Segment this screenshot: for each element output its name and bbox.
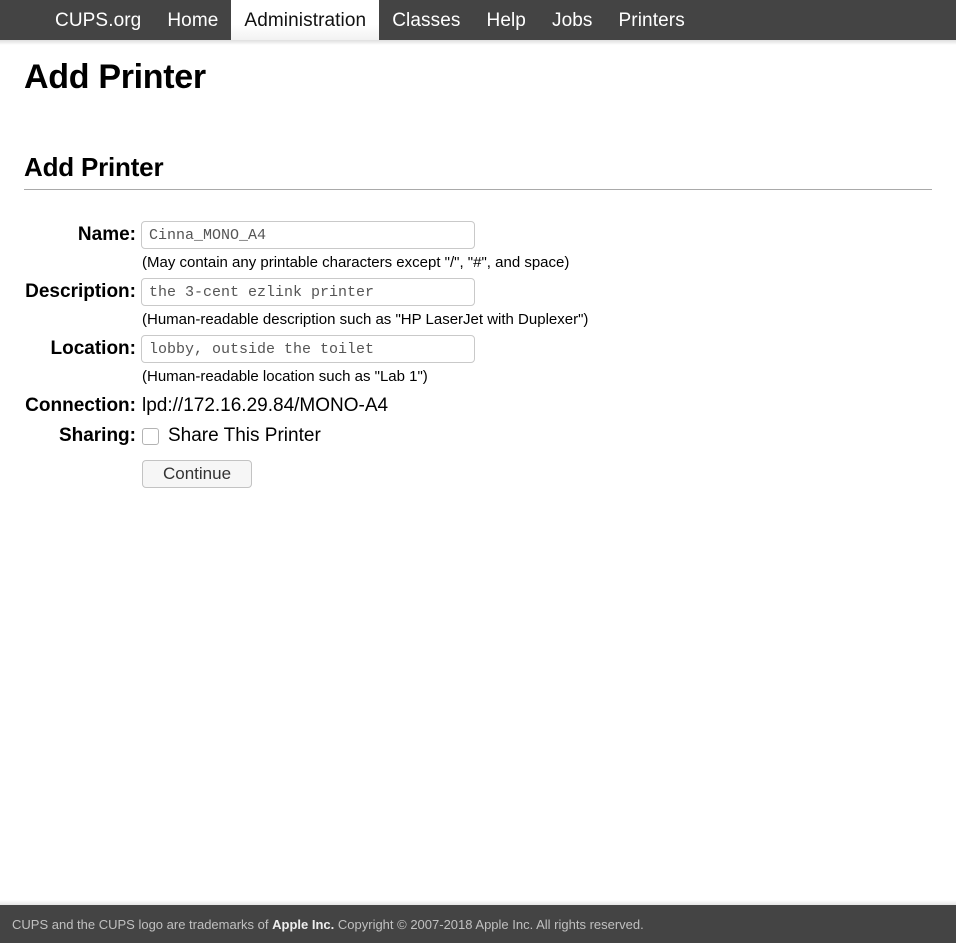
form-row-sharing: Sharing: Share This Printer <box>0 421 956 451</box>
nav-item-help[interactable]: Help <box>474 0 539 40</box>
nav-item-administration[interactable]: Administration <box>231 0 380 40</box>
nav-item-classes[interactable]: Classes <box>379 0 473 40</box>
add-printer-form: Name: (May contain any printable charact… <box>0 190 956 488</box>
name-input[interactable] <box>141 221 475 249</box>
nav-item-printers[interactable]: Printers <box>606 0 698 40</box>
name-label: Name: <box>77 224 136 245</box>
location-hint: (Human-readable location such as "Lab 1"… <box>142 368 428 385</box>
top-navigation-bar: CUPS.org Home Administration Classes Hel… <box>0 0 956 40</box>
form-row-submit: Continue <box>0 451 956 488</box>
share-this-printer-checkbox[interactable] <box>142 427 159 445</box>
nav-item-home[interactable]: Home <box>154 0 231 40</box>
connection-value: lpd://172.16.29.84/MONO-A4 <box>142 395 389 416</box>
connection-label: Connection: <box>25 395 136 416</box>
section-heading: Add Printer <box>24 152 164 182</box>
location-input[interactable] <box>141 335 475 363</box>
page-footer: CUPS and the CUPS logo are trademarks of… <box>0 905 956 943</box>
form-row-connection: Connection: lpd://172.16.29.84/MONO-A4 <box>0 391 956 421</box>
share-this-printer-control[interactable]: Share This Printer <box>141 421 956 451</box>
form-row-location: Location: (Human-readable location such … <box>0 334 956 391</box>
location-label: Location: <box>50 338 137 359</box>
nav-item-cups-org[interactable]: CUPS.org <box>42 0 154 40</box>
page-content: Add Printer Add Printer Name: (May conta… <box>0 40 956 488</box>
sharing-label: Sharing: <box>58 425 136 446</box>
form-row-name: Name: (May contain any printable charact… <box>0 220 956 277</box>
form-row-description: Description: (Human-readable description… <box>0 277 956 334</box>
continue-button[interactable]: Continue <box>142 460 253 488</box>
page-title: Add Printer <box>24 58 206 96</box>
footer-text-before: CUPS and the CUPS logo are trademarks of <box>12 916 269 932</box>
share-this-printer-label: Share This Printer <box>168 425 321 446</box>
description-hint: (Human-readable description such as "HP … <box>142 311 589 328</box>
nav-item-jobs[interactable]: Jobs <box>539 0 606 40</box>
name-hint: (May contain any printable characters ex… <box>142 254 570 271</box>
description-label: Description: <box>25 281 136 302</box>
description-input[interactable] <box>141 278 475 306</box>
footer-text-after: Copyright © 2007-2018 Apple Inc. All rig… <box>337 916 644 932</box>
apple-inc-link[interactable]: Apple Inc. <box>272 917 334 932</box>
